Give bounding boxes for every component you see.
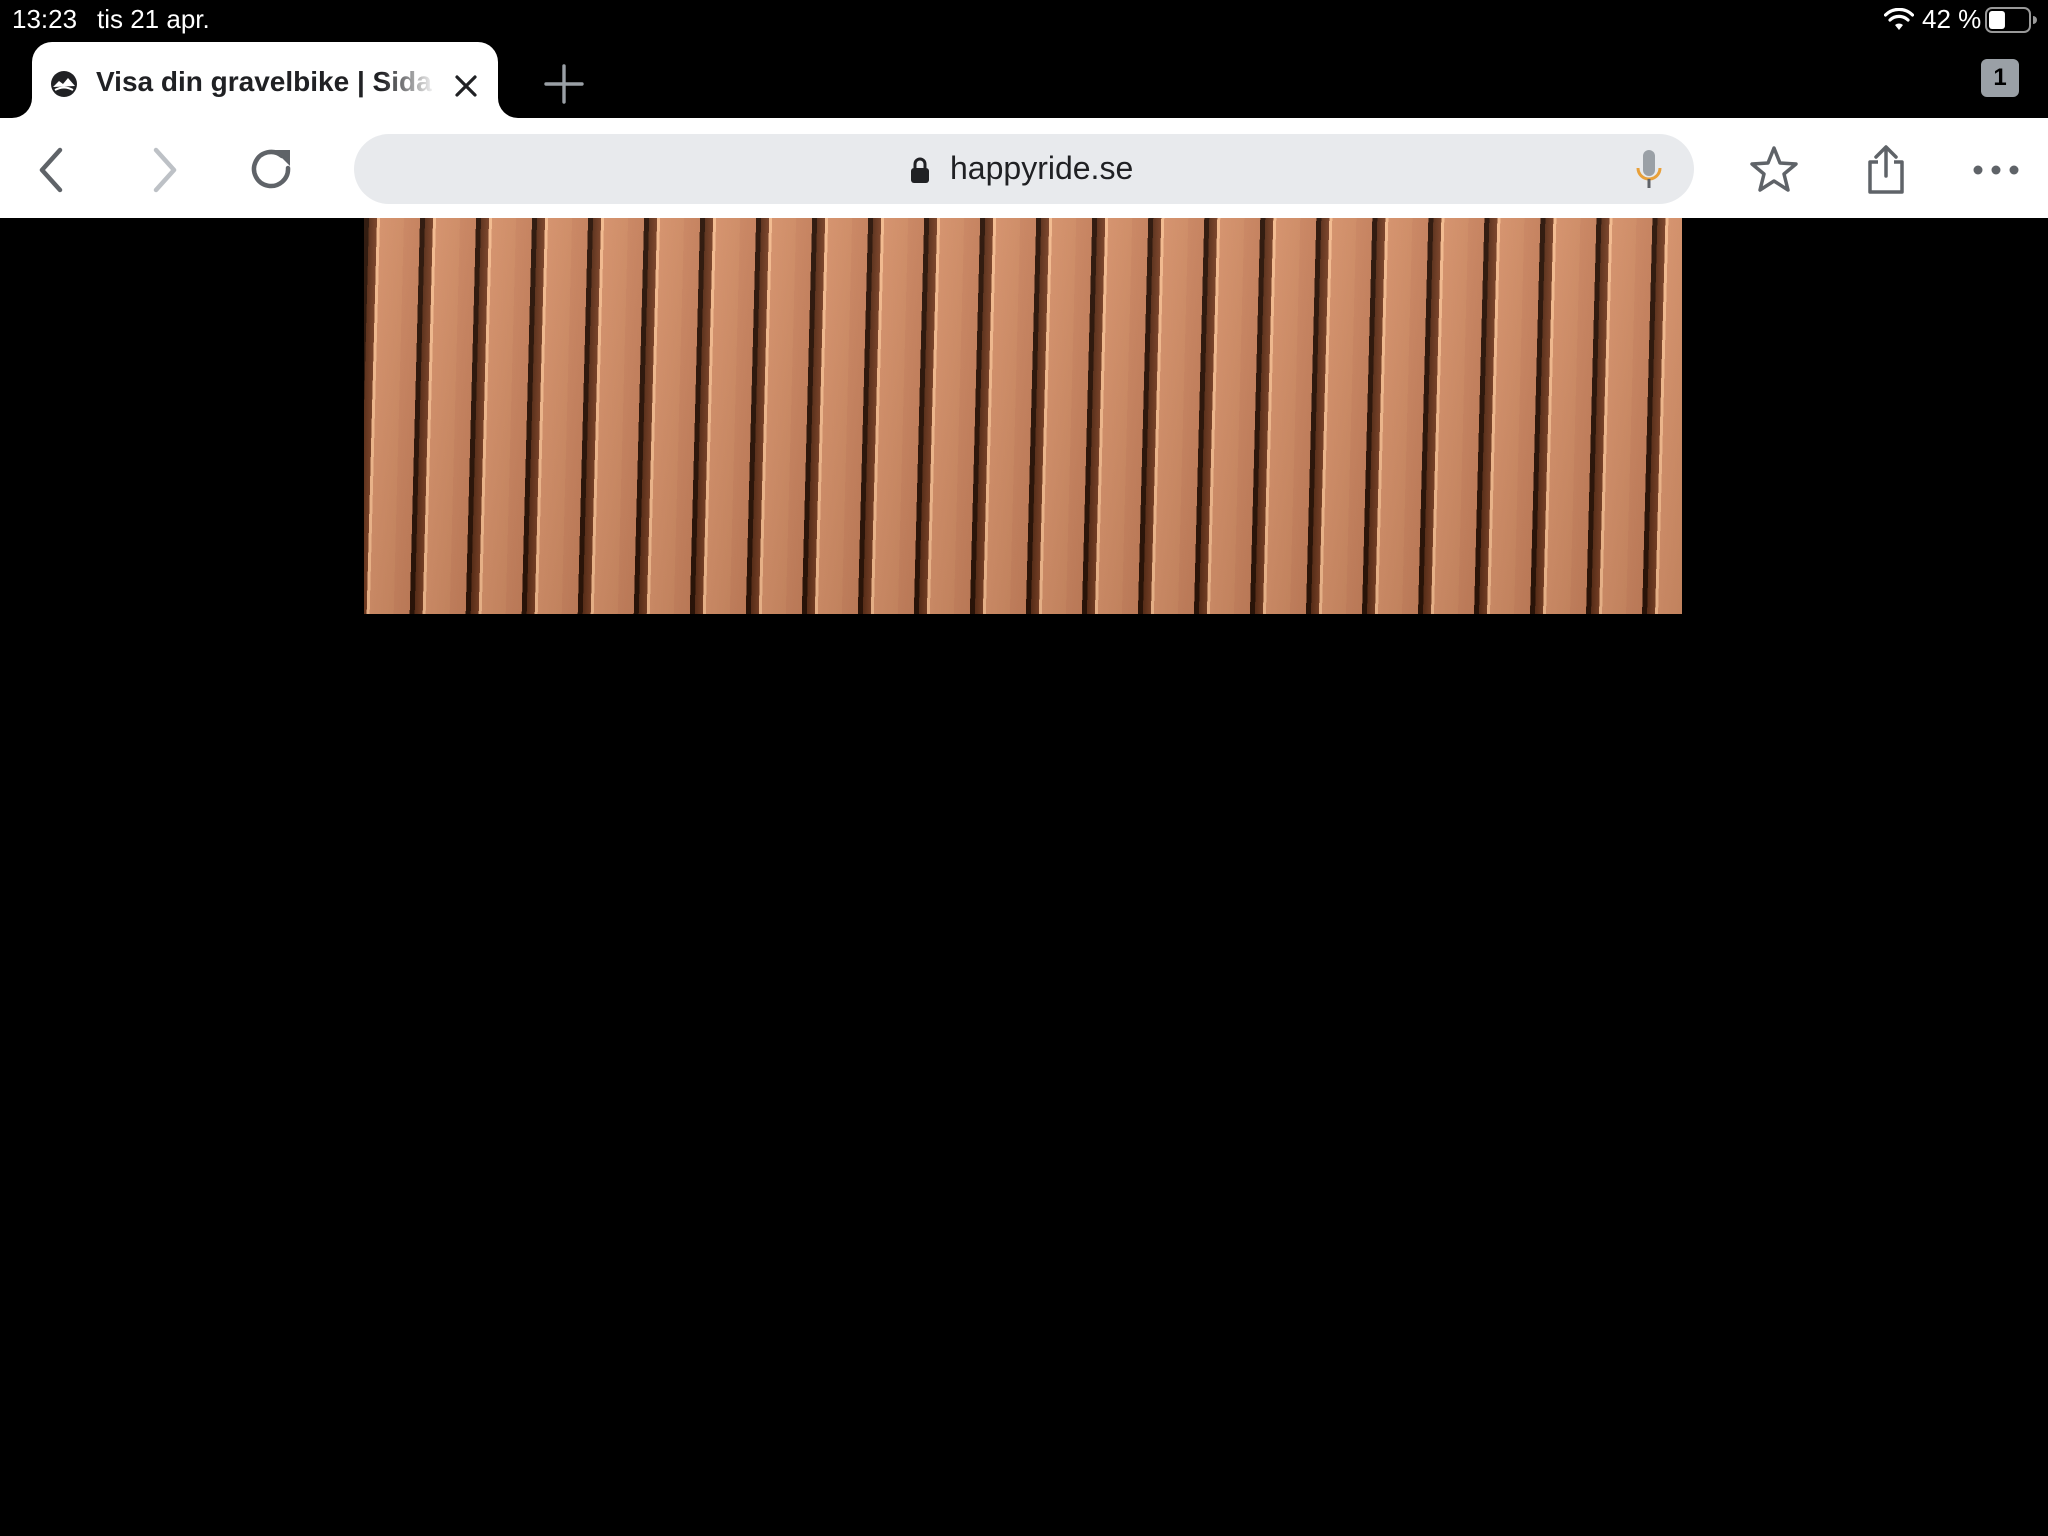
status-date: tis 21 apr.: [97, 4, 210, 34]
address-bar[interactable]: happyride.se: [354, 134, 1694, 204]
tab-active[interactable]: Visa din gravelbike | Sida 1: [32, 42, 498, 118]
lock-icon: [911, 157, 929, 183]
wifi-icon: [1884, 8, 1914, 30]
close-icon[interactable]: [452, 72, 480, 100]
star-icon[interactable]: [1748, 144, 1800, 196]
battery-icon: [1985, 7, 2037, 33]
share-icon[interactable]: [1860, 144, 1912, 196]
new-tab-button[interactable]: [540, 60, 588, 108]
tab-count-button[interactable]: 1: [1981, 59, 2019, 97]
battery-percent: 42 %: [1922, 4, 1982, 34]
browser-toolbar: happyride.se: [0, 118, 2048, 218]
more-icon[interactable]: [1970, 144, 2022, 196]
url-text: happyride.se: [950, 150, 1134, 186]
status-time: 13:23: [12, 4, 78, 34]
wood-panel-image: [364, 218, 1682, 614]
mic-icon[interactable]: [1634, 148, 1664, 192]
page-content: [0, 218, 2048, 1536]
tab-title: Visa din gravelbike | Sida 1: [96, 66, 436, 97]
back-icon[interactable]: [28, 144, 80, 196]
tab-strip: Visa din gravelbike | Sida 1 1: [0, 40, 2048, 118]
status-bar: 13:23 tis 21 apr. 42 %: [0, 0, 2048, 40]
forward-icon[interactable]: [136, 144, 188, 196]
reload-icon[interactable]: [246, 144, 298, 196]
site-favicon-icon: [51, 71, 77, 97]
